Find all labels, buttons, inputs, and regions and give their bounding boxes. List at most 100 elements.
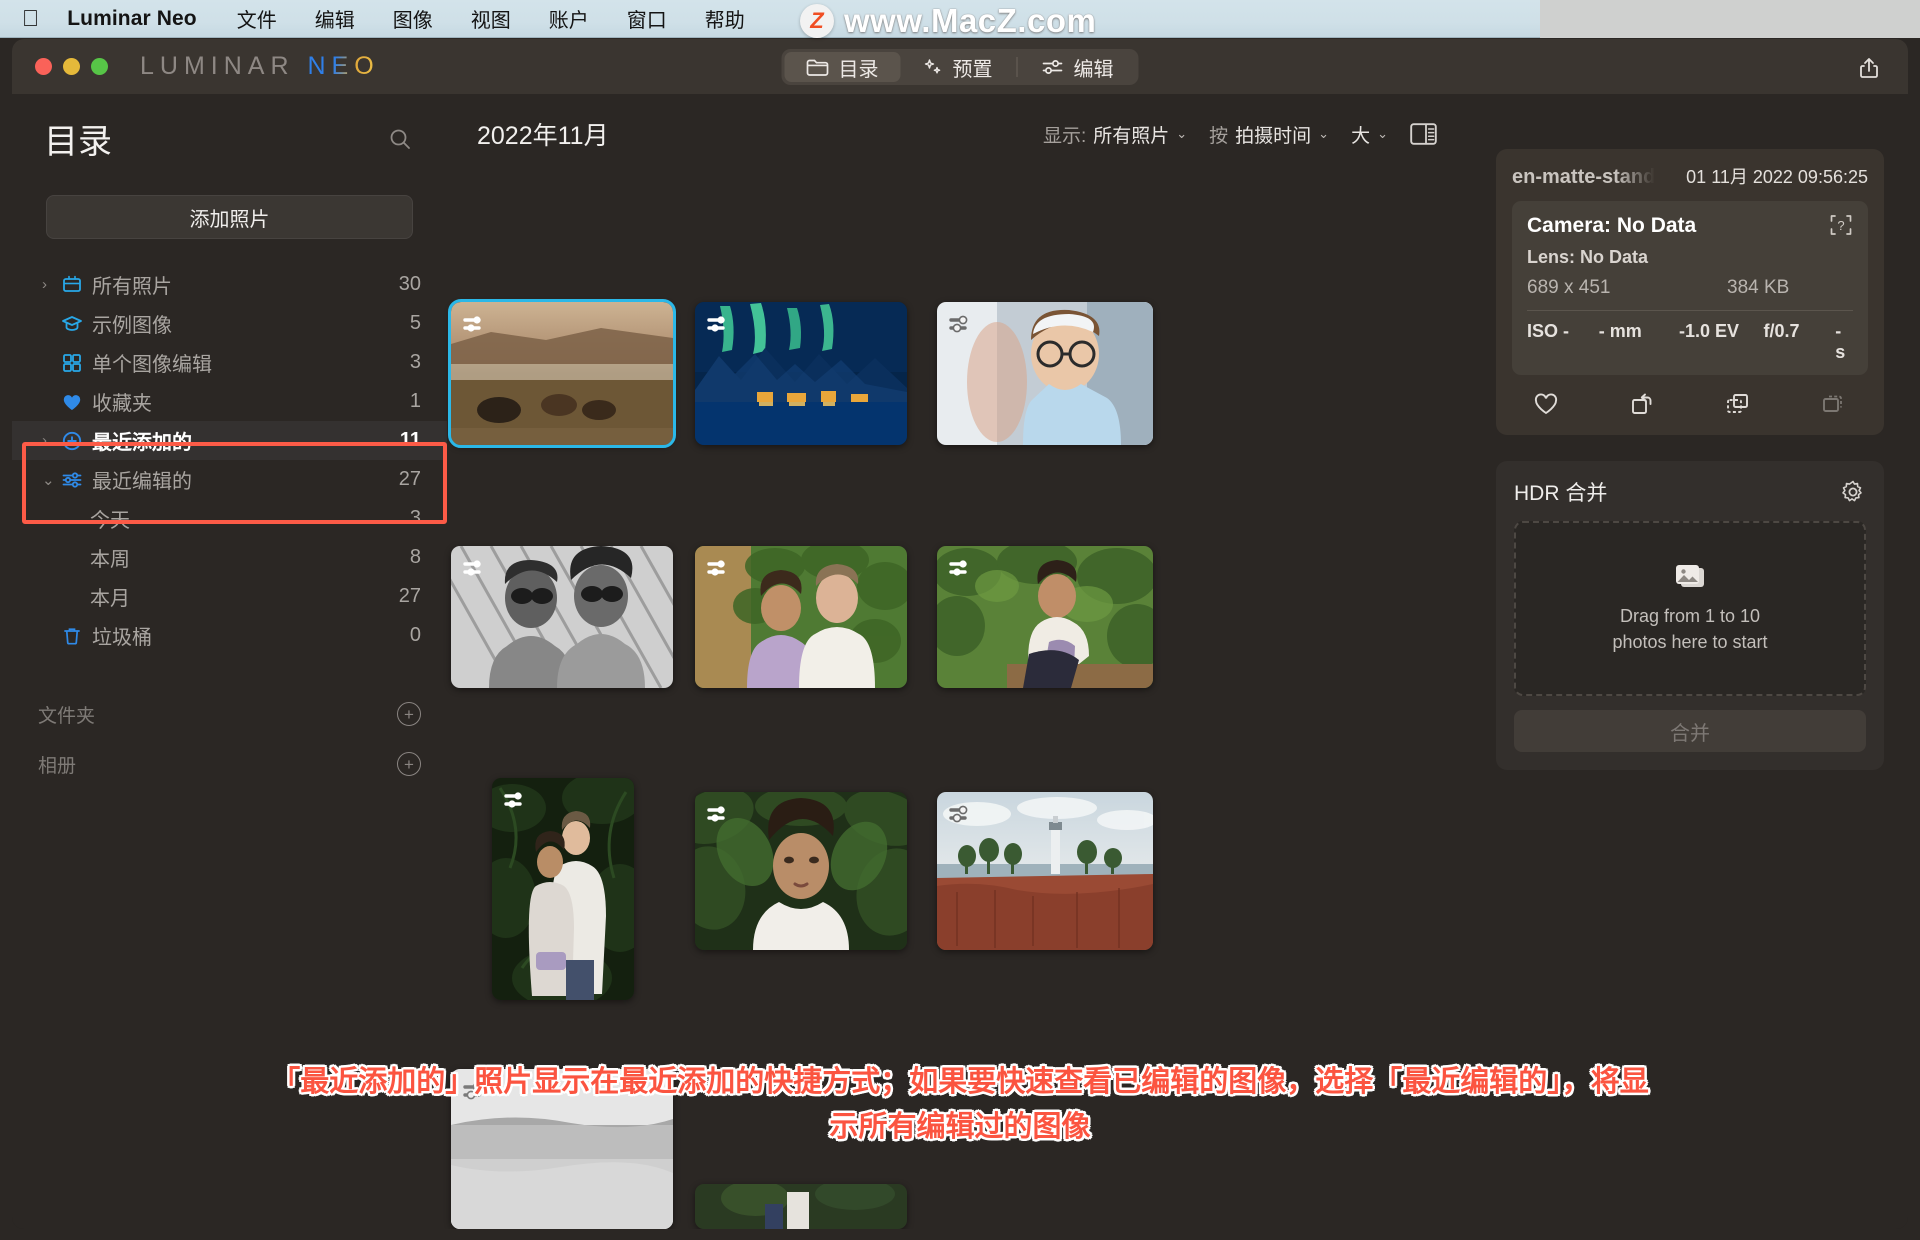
chevron-right-icon[interactable]: ›: [42, 432, 60, 449]
sidebar-item-this-month[interactable]: 本月 27: [12, 577, 447, 616]
sidebar-item-trash[interactable]: 垃圾桶 0: [12, 616, 447, 655]
photo-thumbnail-woman-glasses[interactable]: [937, 302, 1153, 445]
library-icon: [60, 273, 92, 297]
sidebar-item-favorites[interactable]: 收藏夹 1: [12, 382, 447, 421]
search-button[interactable]: [387, 126, 413, 152]
menu-item-image[interactable]: 图像: [393, 4, 433, 33]
sidebar-item-single-image-edit[interactable]: 单个图像编辑 3: [12, 343, 447, 382]
edited-badge-icon: [706, 557, 736, 581]
photo-thumbnail-lighthouse[interactable]: [937, 792, 1153, 950]
search-icon: [387, 126, 413, 152]
edited-badge-icon: [948, 557, 978, 581]
tab-edit-label: 编辑: [1073, 58, 1114, 81]
stack-icon[interactable]: [1820, 391, 1848, 417]
plus-circle-icon: [60, 429, 92, 453]
photo-thumbnail-aurora-village[interactable]: [695, 302, 907, 445]
edited-badge-icon: [503, 789, 533, 813]
menu-item-file[interactable]: 文件: [237, 4, 277, 33]
photo-thumbnail-horses-field[interactable]: [448, 299, 676, 448]
folder-icon: [806, 58, 829, 76]
photo-image: [695, 1184, 907, 1229]
close-icon[interactable]: [35, 58, 52, 75]
gear-icon[interactable]: [1840, 479, 1866, 505]
filter-sort[interactable]: 按 拍摄时间 ⌄: [1209, 121, 1329, 148]
share-icon: [1856, 55, 1882, 81]
filter-show-label: 显示:: [1042, 125, 1087, 147]
photo-datetime: 01 11月 2022 09:56:25: [1686, 167, 1868, 187]
sidebar-item-label: 收藏夹: [92, 393, 152, 415]
filter-size[interactable]: 大 ⌄: [1351, 121, 1388, 148]
tab-divider: [1016, 57, 1018, 77]
split-view-toggle[interactable]: [1410, 123, 1437, 145]
add-photos-button[interactable]: 添加照片: [46, 195, 413, 239]
tab-edit[interactable]: 编辑: [1020, 52, 1136, 82]
photo-thumbnail-couple-green[interactable]: [695, 546, 907, 688]
sidebar-section-label: 相册: [38, 755, 77, 777]
add-album-button[interactable]: +: [397, 752, 421, 776]
sidebar-item-this-week[interactable]: 本周 8: [12, 538, 447, 577]
graduation-icon: [60, 312, 92, 336]
photo-thumbnail-couple-bw[interactable]: [451, 546, 673, 688]
chevron-right-icon[interactable]: ›: [42, 276, 60, 293]
app-logo: LUMINAR NEO: [140, 52, 380, 81]
photo-thumbnail-woman-leaves[interactable]: [695, 792, 907, 950]
sidebar-item-label: 最近添加的: [92, 432, 192, 454]
sidebar-section-albums: 相册 +: [12, 739, 447, 789]
menu-item-account[interactable]: 账户: [549, 4, 589, 33]
tab-presets-label: 预置: [952, 58, 993, 81]
photo-thumbnail-woman-garden[interactable]: [937, 546, 1153, 688]
macos-menubar:  Luminar Neo 文件 编辑 图像 视图 账户 窗口 帮助: [0, 0, 1920, 38]
filter-sort-label: 按: [1209, 125, 1229, 147]
chevron-down-icon[interactable]: ⌄: [42, 471, 60, 489]
share-button[interactable]: [1856, 55, 1882, 81]
hdr-dropzone[interactable]: Drag from 1 to 10 photos here to start: [1514, 521, 1866, 696]
menubar-app-name[interactable]: Luminar Neo: [67, 7, 196, 31]
sidebar-item-label: 今天: [90, 510, 130, 532]
sidebar-header: 目录: [12, 94, 447, 163]
edited-badge-icon: [462, 557, 492, 581]
exif-exposure-value: -1.0 EV: [1679, 321, 1740, 341]
menu-item-edit[interactable]: 编辑: [315, 4, 355, 33]
camera-label: Camera: No Data: [1527, 214, 1697, 237]
help-button[interactable]: ?: [1829, 214, 1853, 236]
photo-thumbnail-beach-bw[interactable]: [451, 1069, 673, 1229]
photo-thumbnail-couple-partial[interactable]: [695, 1184, 907, 1229]
tab-presets[interactable]: 预置: [901, 52, 1015, 82]
sidebar-item-sample-images[interactable]: 示例图像 5: [12, 304, 447, 343]
chevron-down-icon: ⌄: [1176, 126, 1188, 141]
sidebar-list: › 所有照片 30 示例图像 5 单个图像编辑 3 收藏夹 1 › 最近添加的 …: [12, 265, 447, 789]
maximize-icon[interactable]: [91, 58, 108, 75]
hdr-dropzone-line1: Drag from 1 to 10: [1619, 606, 1761, 627]
sidebar-item-label: 本周: [90, 549, 130, 571]
sidebar-item-count: 27: [398, 468, 421, 490]
camera-row: Camera: No Data ?: [1527, 214, 1853, 238]
merge-button[interactable]: 合并: [1514, 710, 1866, 752]
tab-catalog[interactable]: 目录: [784, 52, 901, 82]
window-controls[interactable]: [35, 58, 108, 75]
menu-item-view[interactable]: 视图: [471, 4, 511, 33]
rotate-icon[interactable]: [1628, 391, 1656, 417]
sidebar-section-folders: 文件夹 +: [12, 689, 447, 739]
sidebar-item-count: 5: [409, 312, 421, 334]
menu-item-window[interactable]: 窗口: [627, 4, 667, 33]
apple-icon[interactable]: : [22, 7, 39, 30]
grid-icon: [60, 351, 92, 375]
filter-show[interactable]: 显示: 所有照片 ⌄: [1043, 121, 1187, 148]
add-folder-button[interactable]: +: [397, 702, 421, 726]
duplicate-icon[interactable]: [1724, 391, 1752, 417]
photo-thumbnail-couple-jungle[interactable]: [492, 778, 634, 1000]
sidebar-item-recently-edited[interactable]: ⌄ 最近编辑的 27: [12, 460, 447, 499]
filter-size-value: 大: [1351, 125, 1371, 147]
logo-primary: LUMINAR: [140, 52, 295, 80]
filename-label: en-matte-stand: [1512, 166, 1656, 188]
exif-values-row: ISO - - mm -1.0 EV f/0.7 - s: [1527, 321, 1853, 363]
sidebar-item-all-photos[interactable]: › 所有照片 30: [12, 265, 447, 304]
photo-info-card: en-matte-stand 01 11月 2022 09:56:25 Came…: [1496, 149, 1884, 435]
sidebar-item-recently-added[interactable]: › 最近添加的 11: [12, 421, 447, 460]
sidebar-item-today[interactable]: 今天 3: [12, 499, 447, 538]
heart-icon[interactable]: [1532, 391, 1560, 417]
photo-actions: [1512, 375, 1868, 423]
menu-item-help[interactable]: 帮助: [705, 4, 745, 33]
minimize-icon[interactable]: [63, 58, 80, 75]
edited-badge-icon: [948, 803, 978, 827]
